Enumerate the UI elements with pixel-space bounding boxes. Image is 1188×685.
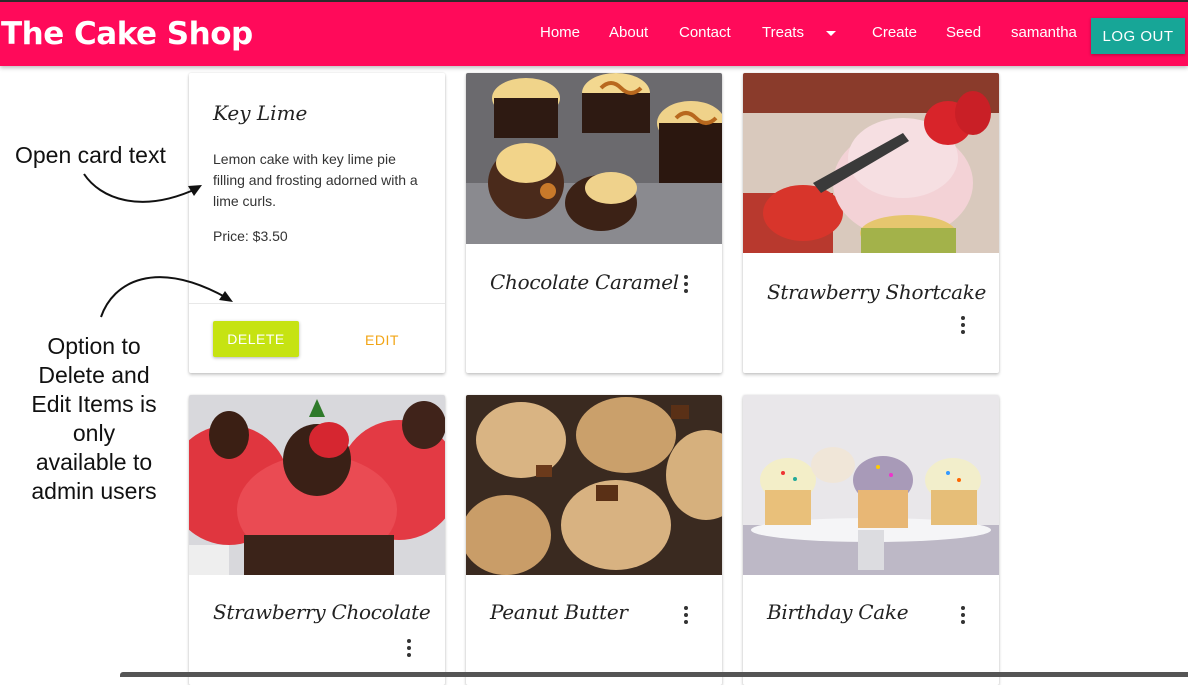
annotation-line: only bbox=[72, 420, 116, 446]
chocolate-caramel-image bbox=[466, 73, 722, 244]
delete-button[interactable]: DELETE bbox=[213, 321, 299, 357]
card-chocolate-caramel[interactable]: Chocolate Caramel bbox=[466, 73, 722, 373]
card-image[interactable] bbox=[466, 73, 722, 244]
nav-about[interactable]: About bbox=[609, 24, 648, 41]
card-image[interactable] bbox=[466, 395, 722, 575]
card-title: Birthday Cake bbox=[767, 600, 909, 624]
arrow-icon bbox=[100, 276, 233, 318]
card-strawberry-shortcake[interactable]: Strawberry Shortcake bbox=[743, 73, 999, 373]
card-title: Key Lime bbox=[213, 101, 308, 125]
dropdown-caret-icon[interactable] bbox=[826, 31, 836, 36]
logout-button[interactable]: LOG OUT bbox=[1091, 18, 1185, 54]
nav-create[interactable]: Create bbox=[872, 24, 917, 41]
more-vert-icon[interactable] bbox=[683, 606, 689, 624]
card-description: Lemon cake with key lime pie filling and… bbox=[213, 151, 418, 209]
annotation-open-card-text: Open card text bbox=[15, 142, 166, 168]
arrow-icon bbox=[83, 173, 202, 203]
peanut-butter-image bbox=[466, 395, 722, 575]
card-title: Strawberry Shortcake bbox=[767, 280, 987, 304]
nav-home[interactable]: Home bbox=[540, 24, 580, 41]
card-title: Peanut Butter bbox=[490, 600, 628, 624]
nav-treats[interactable]: Treats bbox=[762, 24, 804, 41]
horizontal-scrollbar[interactable] bbox=[120, 672, 1188, 677]
annotation-admin-note: Option to Delete and Edit Items is only … bbox=[14, 332, 174, 506]
more-vert-icon[interactable] bbox=[960, 606, 966, 624]
nav-contact[interactable]: Contact bbox=[679, 24, 731, 41]
more-vert-icon[interactable] bbox=[406, 639, 412, 657]
annotation-line: Delete and bbox=[38, 362, 150, 388]
card-price: Price: $3.50 bbox=[213, 228, 288, 244]
more-vert-icon[interactable] bbox=[960, 316, 966, 334]
edit-button[interactable]: EDIT bbox=[365, 332, 399, 348]
card-peanut-butter[interactable]: Peanut Butter bbox=[466, 395, 722, 685]
brand-logo[interactable]: The Cake Shop bbox=[1, 16, 253, 52]
birthday-cake-image bbox=[743, 395, 999, 575]
annotation-line: Option to bbox=[47, 333, 141, 359]
card-key-lime-open: Key Lime Lemon cake with key lime pie fi… bbox=[189, 73, 445, 373]
navbar: The Cake Shop Home About Contact Treats … bbox=[0, 0, 1188, 66]
annotation-line: admin users bbox=[31, 478, 157, 504]
card-image[interactable] bbox=[743, 395, 999, 575]
annotation-line: Edit Items is bbox=[31, 391, 157, 417]
card-title: Chocolate Caramel bbox=[490, 270, 679, 294]
strawberry-shortcake-image bbox=[743, 73, 999, 253]
strawberry-chocolate-image bbox=[189, 395, 445, 575]
card-image[interactable] bbox=[189, 395, 445, 575]
card-title: Strawberry Chocolate bbox=[213, 600, 431, 624]
card-strawberry-chocolate[interactable]: Strawberry Chocolate bbox=[189, 395, 445, 685]
annotation-line: available to bbox=[35, 449, 153, 475]
card-image[interactable] bbox=[743, 73, 999, 253]
more-vert-icon[interactable] bbox=[683, 275, 689, 293]
nav-seed[interactable]: Seed bbox=[946, 24, 981, 41]
card-birthday-cake[interactable]: Birthday Cake bbox=[743, 395, 999, 685]
nav-username[interactable]: samantha bbox=[1011, 24, 1077, 41]
